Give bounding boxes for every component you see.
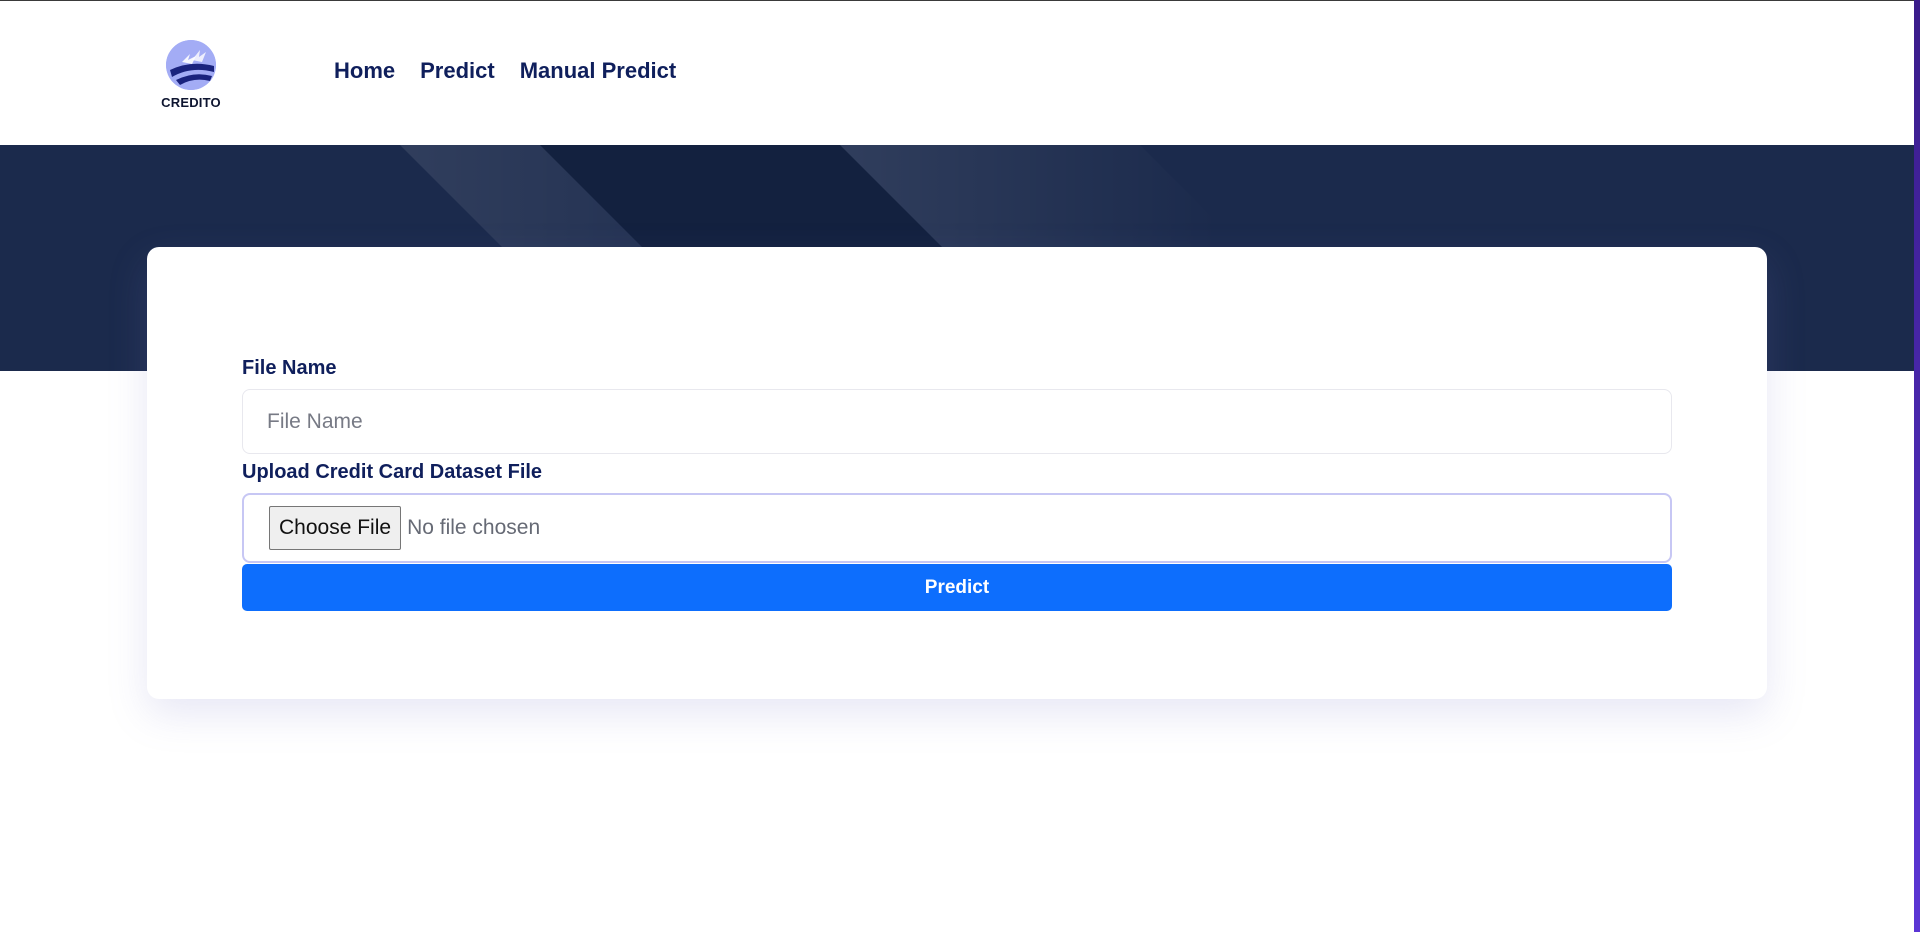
file-name-label: File Name — [242, 357, 337, 379]
nav-item-home[interactable]: Home — [334, 58, 395, 84]
site-header: CREDITO Home Predict Manual Predict — [0, 2, 1914, 145]
brand-logo[interactable]: CREDITO — [158, 40, 224, 112]
nav-item-manual-predict[interactable]: Manual Predict — [520, 58, 676, 84]
nav-item-predict[interactable]: Predict — [420, 58, 495, 84]
file-upload-field[interactable]: Choose File No file chosen — [242, 493, 1672, 563]
page: CREDITO Home Predict Manual Predict File… — [0, 0, 1914, 932]
file-name-input[interactable] — [242, 389, 1672, 454]
predict-button[interactable]: Predict — [242, 564, 1672, 611]
choose-file-button[interactable]: Choose File — [269, 506, 402, 550]
file-status-text: No file chosen — [407, 516, 541, 539]
page-scrollbar[interactable] — [1914, 0, 1920, 932]
main-nav: Home Predict Manual Predict — [334, 58, 701, 84]
globe-logo-icon — [166, 40, 216, 90]
brand-name: CREDITO — [161, 95, 221, 110]
upload-form-card: File Name Upload Credit Card Dataset Fil… — [147, 247, 1767, 699]
scrollbar-thumb[interactable] — [1914, 0, 1920, 932]
upload-file-label: Upload Credit Card Dataset File — [242, 461, 543, 483]
